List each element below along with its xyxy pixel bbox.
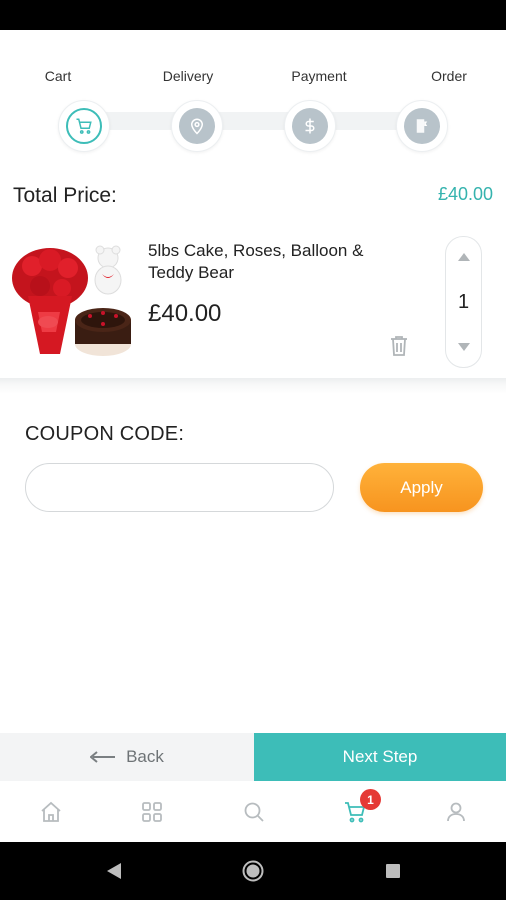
home-icon [41, 801, 61, 822]
product-price: £40.00 [148, 300, 222, 327]
quantity-decrease-button[interactable] [446, 335, 481, 359]
nav-home-button[interactable] [242, 860, 264, 882]
step-cart[interactable] [58, 100, 110, 152]
triangle-back-icon [107, 863, 121, 879]
product-name[interactable]: 5lbs Cake, Roses, Balloon & Teddy Bear [148, 240, 408, 284]
square-recents-icon [386, 864, 400, 878]
total-price-label: Total Price: [13, 184, 117, 207]
location-pin-icon [179, 108, 215, 144]
step-order[interactable] [396, 100, 448, 152]
android-nav-bar [0, 842, 506, 900]
step-label-payment: Payment [291, 68, 347, 84]
status-bar [0, 0, 506, 30]
tab-profile[interactable] [443, 799, 469, 825]
quantity-value: 1 [457, 291, 470, 313]
caret-down-icon [457, 343, 470, 351]
search-icon [244, 802, 264, 822]
section-divider [0, 378, 506, 394]
back-button-label: Back [126, 747, 164, 766]
delete-item-button[interactable] [388, 334, 410, 358]
coupon-code-input[interactable] [25, 463, 334, 512]
circle-home-icon [242, 860, 264, 882]
coupon-code-label: COUPON CODE: [25, 423, 185, 445]
next-step-button[interactable]: Next Step [254, 733, 506, 781]
step-label-cart: Cart [44, 68, 72, 84]
caret-up-icon [457, 253, 470, 261]
tab-categories[interactable] [139, 799, 165, 825]
cart-icon [66, 108, 102, 144]
arrow-left-icon [90, 751, 116, 763]
back-button[interactable]: Back [0, 733, 254, 781]
quantity-stepper: 1 [445, 236, 482, 368]
dollar-icon [292, 108, 328, 144]
total-price-value: £40.00 [437, 184, 493, 204]
trash-icon [391, 336, 407, 356]
step-payment[interactable] [284, 100, 336, 152]
apply-coupon-button[interactable]: Apply [360, 463, 483, 512]
tab-home[interactable] [38, 799, 64, 825]
step-label-delivery: Delivery [162, 68, 214, 84]
grid-icon [142, 802, 162, 822]
bottom-tab-bar: 1 [0, 781, 506, 842]
quantity-increase-button[interactable] [446, 245, 481, 269]
nav-recents-button[interactable] [382, 860, 404, 882]
cart-badge: 1 [360, 789, 381, 810]
step-label-order: Order [431, 68, 467, 84]
next-step-label: Next Step [342, 747, 418, 766]
checkout-stepper: Cart Delivery Payment Order [0, 30, 506, 160]
nav-back-button[interactable] [103, 860, 125, 882]
cart-item: 5lbs Cake, Roses, Balloon & Teddy Bear £… [0, 226, 506, 378]
step-delivery[interactable] [171, 100, 223, 152]
product-image[interactable] [10, 236, 132, 366]
profile-icon [447, 802, 465, 822]
order-flag-icon [404, 108, 440, 144]
tab-search[interactable] [241, 799, 267, 825]
stepper-connector [84, 112, 422, 130]
